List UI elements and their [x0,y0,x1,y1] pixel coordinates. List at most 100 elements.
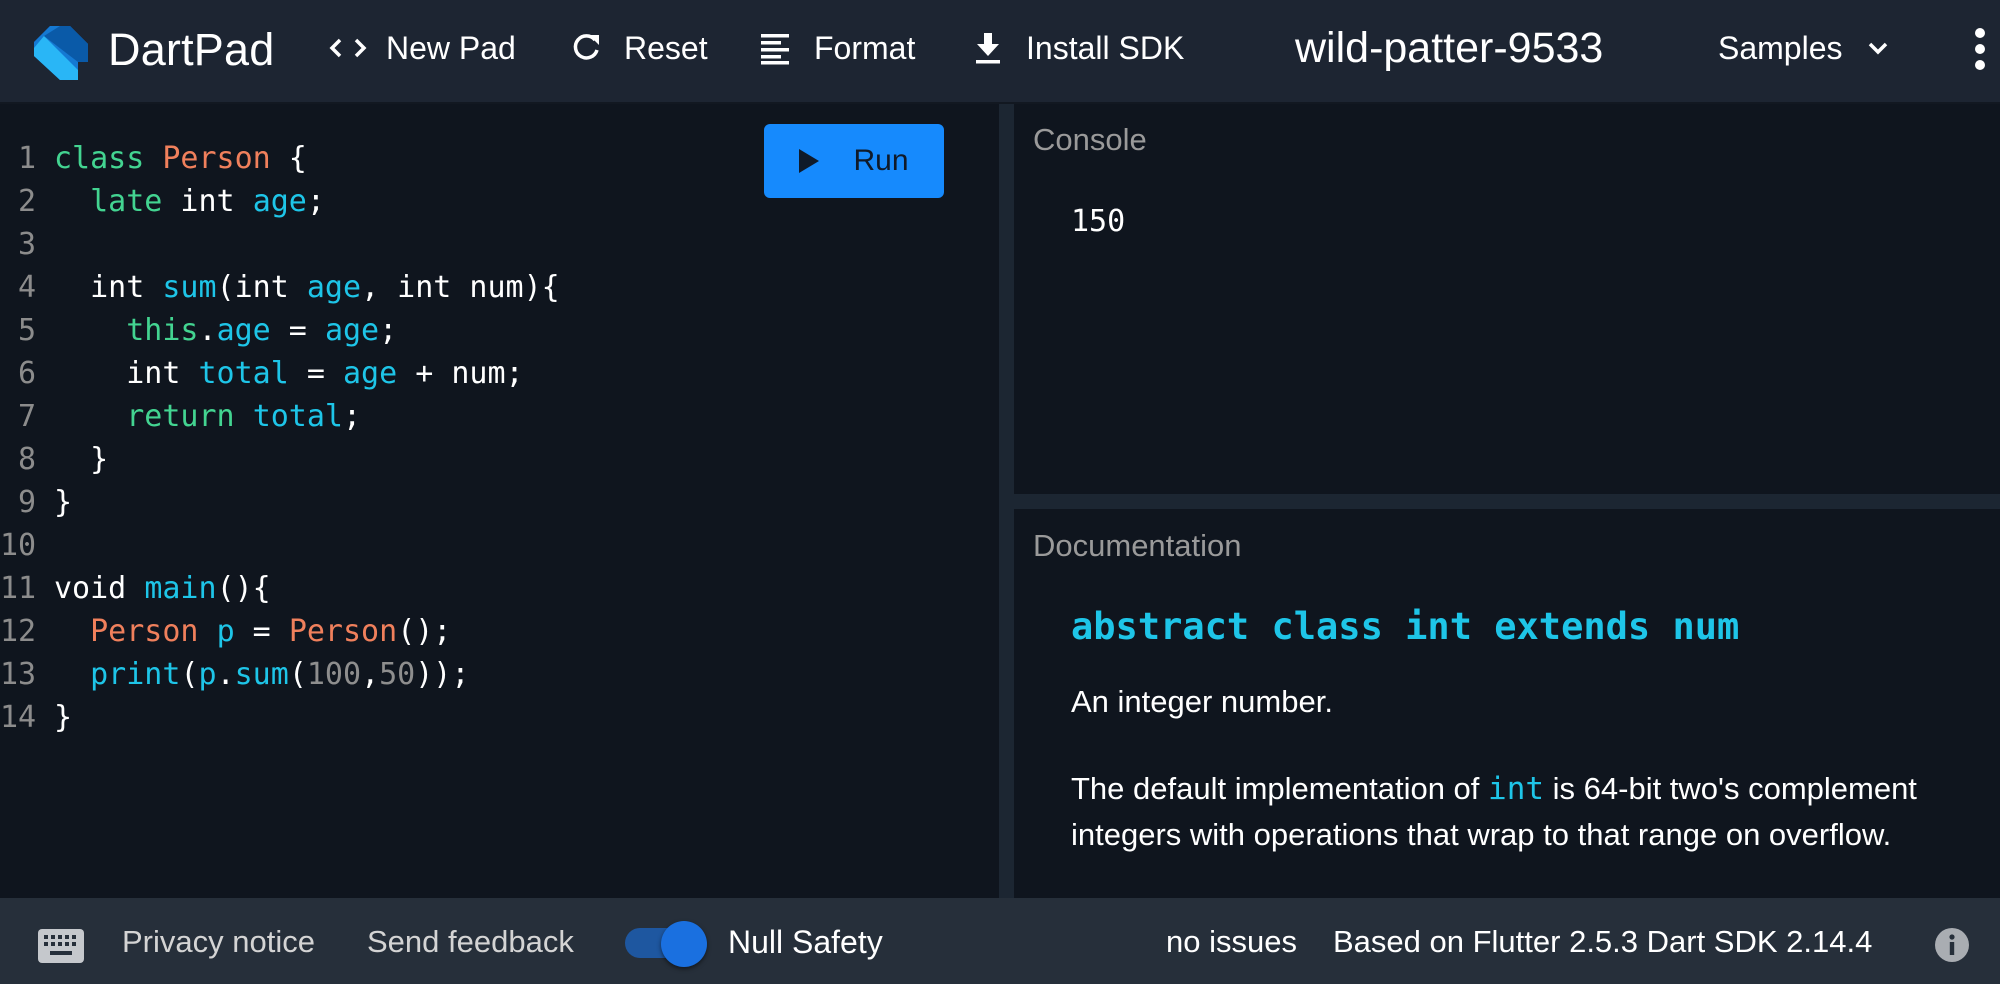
doc-detail: The default implementation of int is 64-… [1071,766,1951,858]
line-source: } [54,696,72,739]
code-line[interactable]: 3 [0,223,560,266]
code-token-plain: (){ [216,571,271,606]
samples-label: Samples [1718,29,1843,66]
code-line[interactable]: 11 void main(){ [0,567,560,610]
code-token-type: Person [90,614,199,649]
code-token-plain: int [54,270,163,305]
reset-label: Reset [624,29,708,66]
code-token-kw: this [126,313,199,348]
issues-status: no issues [1166,924,1297,959]
chevron-down-icon [1865,35,1891,61]
line-source: } [54,438,108,481]
new-pad-button[interactable]: New Pad [328,26,516,70]
code-token-plain: } [54,485,73,520]
code-token-plain: ; [379,313,398,348]
code-token-plain: ( [180,657,199,692]
code-line[interactable]: 2 late int age; [0,180,560,223]
keyboard-icon[interactable] [37,928,85,964]
code-token-num: 50 [379,657,416,692]
pad-title[interactable]: wild-patter-9533 [1295,20,1603,76]
code-line[interactable]: 1 class Person { [0,137,560,180]
line-source: return total; [54,395,361,438]
doc-signature: abstract class int extends num [1071,605,1740,648]
code-token-id: print [90,657,181,692]
code-token-plain: void [54,571,145,606]
code-line[interactable]: 8 } [0,438,560,481]
console-panel: Console 150 [1014,104,2000,494]
line-source: } [54,481,72,524]
code-line[interactable]: 4 int sum(int age, int num){ [0,266,560,309]
code-token-plain: = [234,614,289,649]
code-token-type: Person [162,141,271,176]
code-token-id: age [324,313,380,348]
code-token-plain: int [162,184,253,219]
line-number: 9 [17,485,36,520]
code-token-plain: + num; [397,356,524,391]
line-source: Person p = Person(); [54,610,451,653]
dart-logo-icon [34,26,88,80]
run-label: Run [853,144,909,177]
code-line[interactable]: 6 int total = age + num; [0,352,560,395]
line-number: 7 [17,399,36,434]
code-token-num: 100 [306,657,362,692]
code-line[interactable]: 9} [0,481,560,524]
line-number: 11 [0,571,37,606]
privacy-notice-link[interactable]: Privacy notice [122,924,315,960]
line-number: 4 [17,270,36,305]
vertical-splitter[interactable] [999,104,1014,898]
null-safety-toggle[interactable] [625,918,709,968]
code-token-plain: = [270,313,325,348]
code-token-plain: . [198,313,217,348]
code-line[interactable]: 13 print(p.sum(100,50)); [0,653,560,696]
code-token-type: Person [288,614,398,649]
line-source: print(p.sum(100,50)); [54,653,469,696]
line-source: late int age; [54,180,325,223]
code-line[interactable]: 10 [0,524,560,567]
horizontal-splitter[interactable] [1014,494,2000,509]
code-line[interactable]: 5 this.age = age; [0,309,560,352]
line-number: 8 [17,442,36,477]
code-brackets-icon [328,28,368,68]
code-token-plain: int [54,356,199,391]
code-token-plain: { [270,141,307,176]
download-icon [968,28,1008,68]
app-brand: DartPad [108,24,275,75]
line-number: 6 [17,356,36,391]
code-token-plain: } [54,442,109,477]
code-line[interactable]: 12 Person p = Person(); [0,610,560,653]
code-lines[interactable]: 1 class Person {2 late int age; 3 4 int sum… [0,137,560,739]
code-line[interactable]: 14} [0,696,560,739]
code-token-id: main [144,571,217,606]
samples-dropdown[interactable]: Samples [1718,26,1891,70]
line-source: this.age = age; [54,309,397,352]
console-output: 150 [1071,204,1126,239]
line-number: 3 [17,227,36,262]
line-number: 5 [17,313,36,348]
info-icon[interactable] [1934,927,1970,963]
doc-detail-text-1: The default implementation of [1071,771,1489,806]
run-button[interactable]: Run [764,124,944,198]
code-token-plain: (); [397,614,452,649]
line-number: 12 [0,614,37,649]
code-token-plain: = [288,356,343,391]
null-safety-label: Null Safety [728,924,883,960]
documentation-label: Documentation [1033,528,1242,563]
code-editor[interactable]: 1 class Person {2 late int age; 3 4 int sum… [0,104,999,898]
code-token-plain: ( [288,657,307,692]
refresh-icon [566,28,606,68]
more-menu-icon[interactable] [1966,26,1994,72]
line-number: 2 [17,184,36,219]
code-line[interactable]: 7 return total; [0,395,560,438]
install-sdk-button[interactable]: Install SDK [968,26,1184,70]
documentation-panel: Documentation abstract class int extends… [1014,509,2000,898]
format-button[interactable]: Format [756,26,915,70]
doc-summary: An integer number. [1071,684,1333,719]
line-source: int total = age + num; [54,352,524,395]
reset-button[interactable]: Reset [566,26,708,70]
send-feedback-link[interactable]: Send feedback [367,924,574,960]
code-token-id: age [216,313,271,348]
